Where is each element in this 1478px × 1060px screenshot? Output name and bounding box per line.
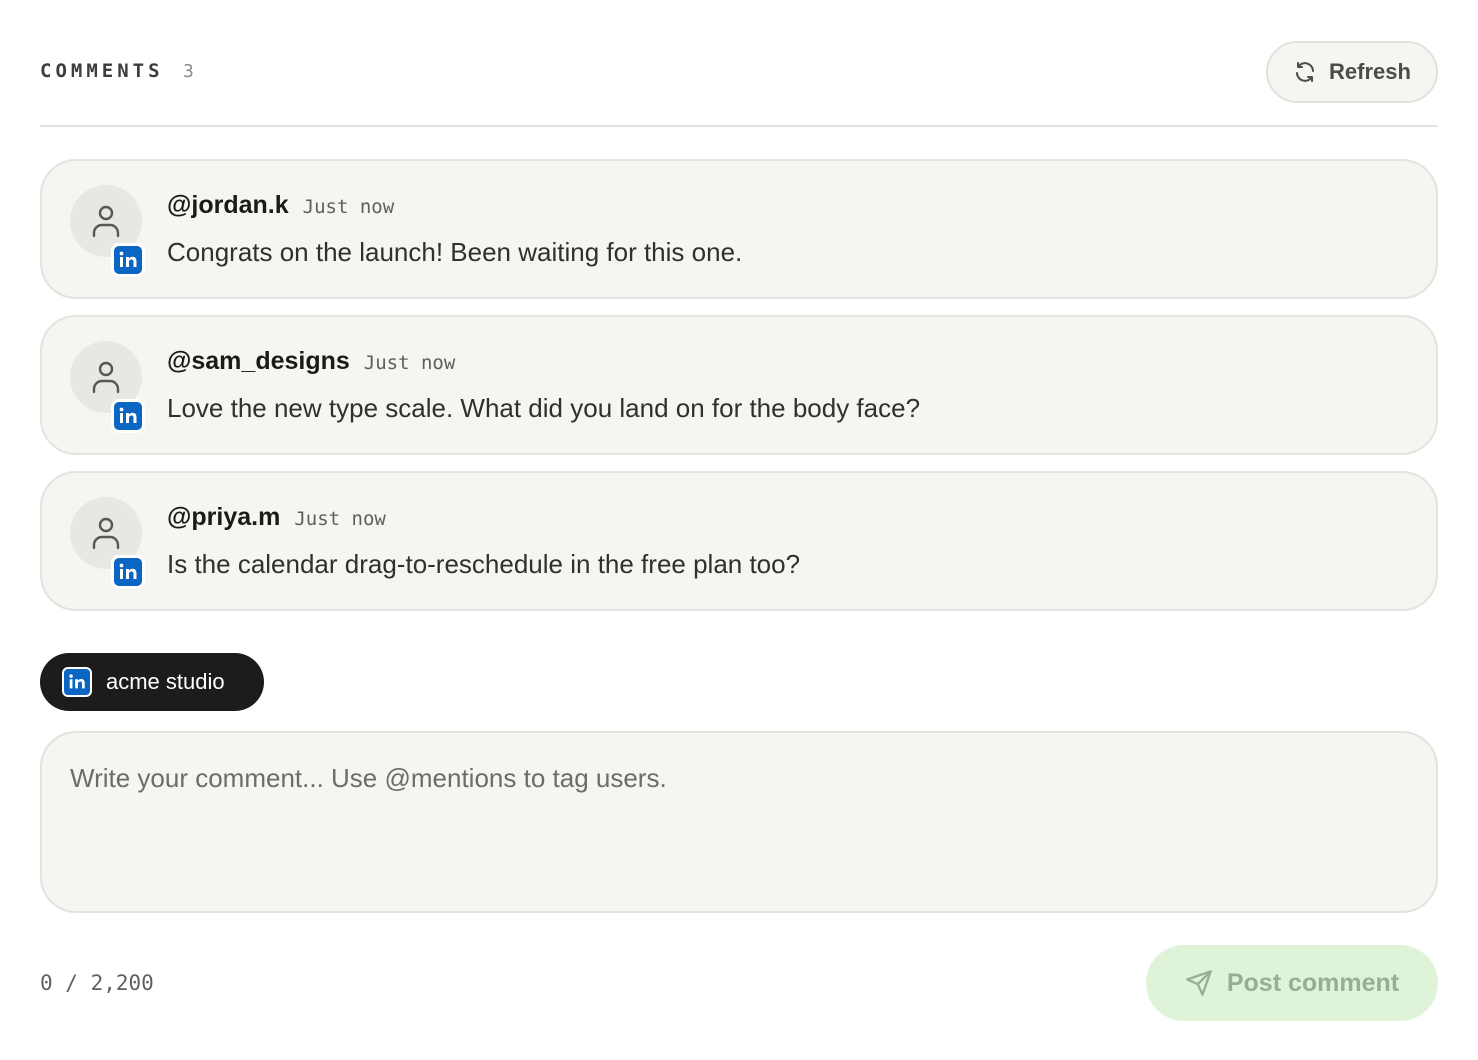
character-counter: 0 / 2,200 bbox=[40, 971, 154, 995]
comment-username: @priya.m bbox=[167, 503, 281, 531]
header-divider bbox=[40, 125, 1438, 127]
comment-author: @jordan.k Just now bbox=[167, 191, 394, 220]
comment-username: @sam_designs bbox=[167, 347, 350, 375]
comment-timestamp: Just now bbox=[294, 508, 386, 530]
linkedin-icon bbox=[111, 555, 145, 589]
linkedin-icon bbox=[111, 399, 145, 433]
comment-timestamp: Just now bbox=[363, 352, 456, 374]
comment-text: Love the new type scale. What did you la… bbox=[167, 393, 921, 423]
comments-header: COMMENTS 3 Refresh bbox=[40, 40, 1438, 104]
comment-input[interactable] bbox=[40, 731, 1438, 913]
user-icon bbox=[92, 517, 120, 550]
comment-username: @jordan.k bbox=[167, 191, 289, 219]
identity-name: acme studio bbox=[106, 669, 225, 694]
comment-card: @priya.m Just now Is the calendar drag-to… bbox=[40, 471, 1438, 611]
comments-count: 3 bbox=[183, 61, 194, 82]
comments-title: COMMENTS bbox=[40, 60, 164, 82]
refresh-icon bbox=[1296, 62, 1315, 82]
comment-author: @priya.m Just now bbox=[167, 503, 386, 532]
refresh-button[interactable]: Refresh bbox=[1266, 41, 1438, 103]
user-icon bbox=[92, 361, 120, 394]
send-icon bbox=[1186, 970, 1212, 996]
post-comment-button[interactable]: Post comment bbox=[1146, 945, 1438, 1021]
refresh-label: Refresh bbox=[1329, 59, 1411, 84]
comment-card: @sam_designs Just now Love the new type s… bbox=[40, 315, 1438, 455]
comment-timestamp: Just now bbox=[302, 196, 395, 218]
linkedin-icon bbox=[111, 243, 145, 277]
comment-text: Is the calendar drag-to-reschedule in th… bbox=[167, 549, 801, 579]
user-icon bbox=[92, 205, 120, 238]
comment-card: @jordan.k Just now Congrats on the launch… bbox=[40, 159, 1438, 299]
linkedin-icon bbox=[62, 667, 92, 697]
comment-author: @sam_designs Just now bbox=[167, 347, 455, 376]
posting-identity-chip[interactable]: acme studio bbox=[40, 653, 264, 711]
post-comment-label: Post comment bbox=[1226, 968, 1400, 997]
comment-text: Congrats on the launch! Been waiting for… bbox=[167, 237, 743, 267]
